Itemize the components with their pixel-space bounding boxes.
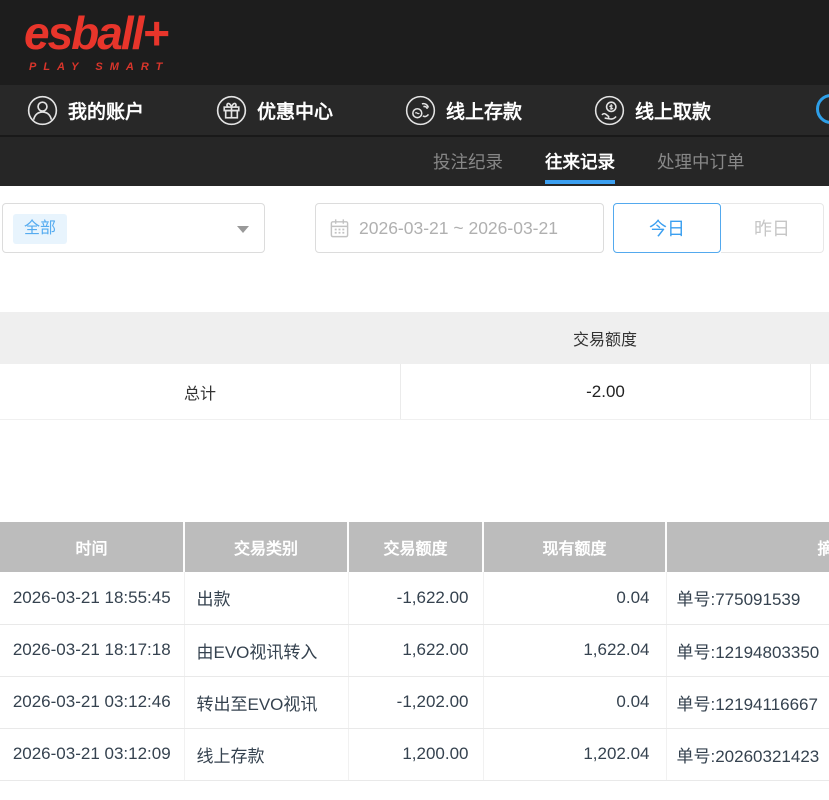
cell-time: 2026-03-21 03:12:46 (0, 676, 184, 728)
nav-next-icon-partial[interactable] (816, 94, 829, 124)
summary-total-label: 总计 (0, 364, 400, 419)
nav-label: 优惠中心 (257, 97, 333, 124)
nav-label: 线上存款 (446, 97, 522, 124)
table-row: 2026-03-21 18:17:18 由EVO视讯转入 1,622.00 1,… (0, 624, 829, 676)
cell-balance: 1,622.04 (483, 624, 666, 676)
brand-tagline: PLAY SMART (29, 61, 169, 73)
cell-amount: 1,200.00 (348, 728, 483, 780)
nav-label: 我的账户 (68, 97, 144, 124)
col-header-time: 时间 (0, 522, 184, 572)
tab-transaction-records[interactable]: 往来记录 (545, 137, 615, 186)
cell-time: 2026-03-21 18:55:45 (0, 572, 184, 624)
date-range-value: 2026-03-21 ~ 2026-03-21 (359, 204, 558, 252)
nav-label: 线上取款 (635, 97, 711, 124)
cell-time: 2026-03-21 03:12:09 (0, 728, 184, 780)
tab-bet-records[interactable]: 投注纪录 (433, 137, 503, 186)
cell-balance: 0.04 (483, 572, 666, 624)
record-tab-bar: 投注纪录 往来记录 处理中订单 (0, 137, 829, 186)
cell-amount: 1,622.00 (348, 624, 483, 676)
top-logo-bar: esball+ PLAY SMART (0, 0, 829, 85)
nav-item-withdraw[interactable]: 线上取款 (594, 95, 711, 126)
cell-remark: 单号:12194116667 (666, 676, 829, 728)
col-header-type: 交易类别 (184, 522, 348, 572)
chevron-down-icon (237, 226, 249, 233)
col-header-balance: 现有额度 (483, 522, 666, 572)
summary-header-amount: 交易额度 (400, 326, 810, 350)
cell-type: 出款 (184, 572, 348, 624)
cell-amount: -1,622.00 (348, 572, 483, 624)
summary-total-row: 总计 -2.00 (0, 364, 829, 420)
transactions-header-row: 时间 交易类别 交易额度 现有额度 摘要 (0, 522, 829, 572)
cell-balance: 1,202.04 (483, 728, 666, 780)
cell-amount: -1,202.00 (348, 676, 483, 728)
table-row: 2026-03-21 03:12:46 转出至EVO视讯 -1,202.00 0… (0, 676, 829, 728)
brand-logo[interactable]: esball+ (24, 6, 167, 60)
main-nav: 我的账户 优惠中心 线上存款 (0, 85, 829, 137)
table-row: 2026-03-21 18:55:45 出款 -1,622.00 0.04 单号… (0, 572, 829, 624)
nav-item-my-account[interactable]: 我的账户 (27, 95, 144, 126)
deposit-icon (405, 95, 436, 126)
summary-total-value: -2.00 (400, 364, 810, 419)
transactions-table: 时间 交易类别 交易额度 现有额度 摘要 2026-03-21 18:55:45… (0, 522, 829, 781)
user-icon (27, 95, 58, 126)
category-selected-tag[interactable]: 全部 (13, 214, 67, 244)
cell-remark: 单号:20260321423 (666, 728, 829, 780)
summary-table: 交易额度 总计 -2.00 (0, 312, 829, 420)
withdraw-icon (594, 95, 625, 126)
date-range-input[interactable]: 2026-03-21 ~ 2026-03-21 (315, 203, 604, 253)
cell-type: 由EVO视讯转入 (184, 624, 348, 676)
today-button[interactable]: 今日 (613, 203, 721, 253)
gift-icon (216, 95, 247, 126)
col-header-amount: 交易额度 (348, 522, 483, 572)
cell-remark: 单号:12194803350 (666, 624, 829, 676)
cell-remark: 单号:775091539 (666, 572, 829, 624)
cell-time: 2026-03-21 18:17:18 (0, 624, 184, 676)
col-header-remark: 摘要 (666, 522, 829, 572)
calendar-icon (329, 218, 350, 239)
summary-total-spacer (810, 364, 829, 419)
table-row: 2026-03-21 03:12:09 线上存款 1,200.00 1,202.… (0, 728, 829, 780)
category-select[interactable]: 全部 (2, 203, 265, 253)
cell-type: 转出至EVO视讯 (184, 676, 348, 728)
tab-processing-orders[interactable]: 处理中订单 (657, 137, 745, 186)
nav-item-deposit[interactable]: 线上存款 (405, 95, 522, 126)
cell-balance: 0.04 (483, 676, 666, 728)
nav-item-promotions[interactable]: 优惠中心 (216, 95, 333, 126)
yesterday-button[interactable]: 昨日 (721, 203, 824, 253)
cell-type: 线上存款 (184, 728, 348, 780)
summary-header-row: 交易额度 (0, 312, 829, 364)
